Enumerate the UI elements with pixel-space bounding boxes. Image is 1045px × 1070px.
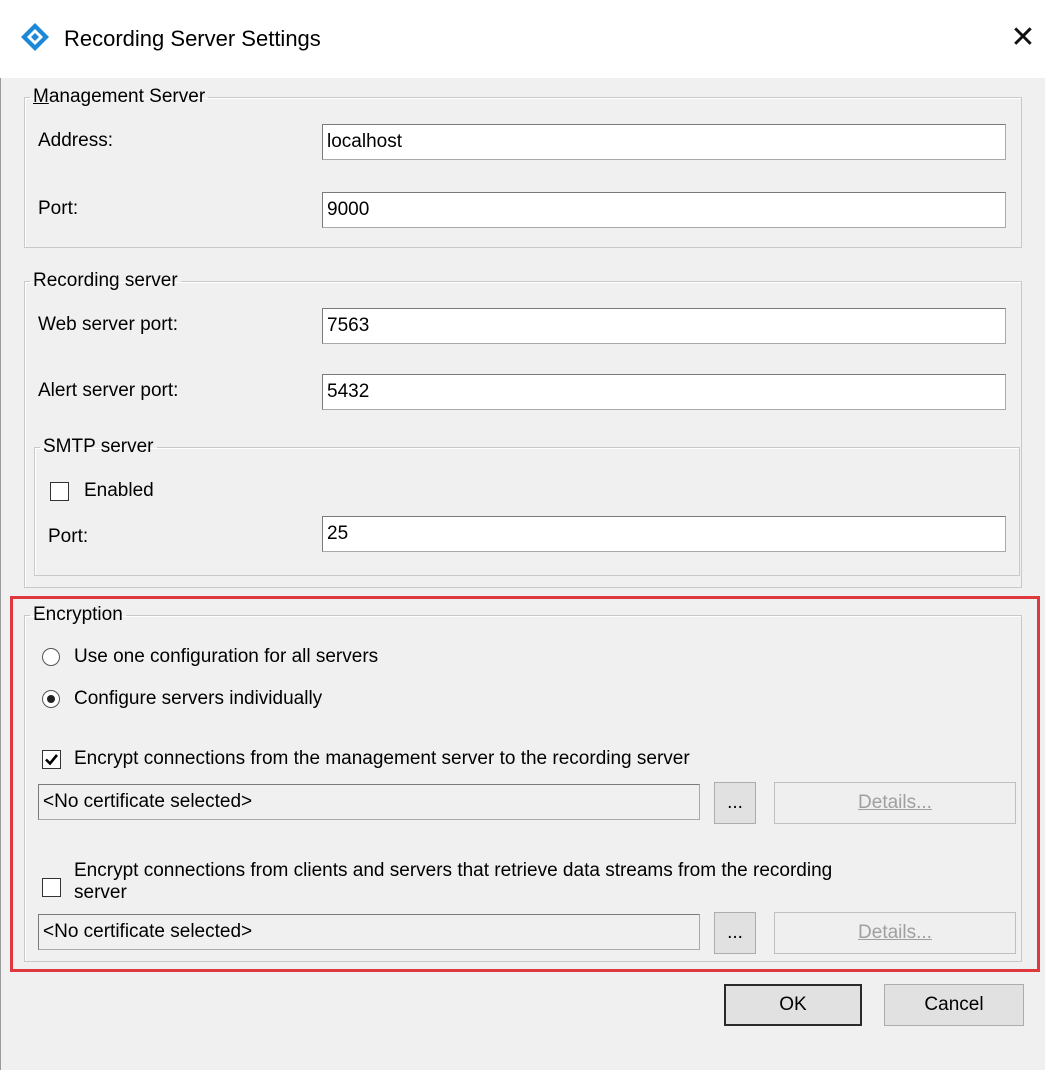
- encryption-highlight-frame: [10, 596, 1040, 972]
- alert-server-port-label: Alert server port:: [38, 380, 179, 401]
- ok-button[interactable]: OK: [724, 984, 862, 1026]
- smtp-server-legend: SMTP server: [43, 436, 154, 457]
- smtp-enabled-checkbox[interactable]: [50, 482, 69, 501]
- management-port-label: Port:: [38, 198, 79, 219]
- web-server-port-input[interactable]: 7563: [322, 308, 1006, 344]
- management-port-input[interactable]: 9000: [322, 192, 1006, 228]
- web-server-port-label: Web server port:: [38, 314, 179, 335]
- smtp-port-label: Port:: [48, 526, 89, 547]
- alert-server-port-input[interactable]: 5432: [322, 374, 1006, 410]
- window-border: [0, 78, 1, 1070]
- address-input[interactable]: localhost: [322, 124, 1006, 160]
- close-icon[interactable]: ✕: [1008, 20, 1038, 56]
- smtp-server-group: SMTP server: [34, 436, 1020, 576]
- address-label: Address:: [38, 130, 113, 151]
- smtp-enabled-label[interactable]: Enabled: [84, 480, 154, 502]
- recording-server-legend: Recording server: [33, 270, 178, 291]
- smtp-port-input[interactable]: 25: [322, 516, 1006, 552]
- management-server-legend: Management Server: [33, 86, 206, 107]
- window-title: Recording Server Settings: [64, 26, 321, 51]
- cancel-button[interactable]: Cancel: [884, 984, 1024, 1026]
- app-diamond-icon: [20, 22, 50, 52]
